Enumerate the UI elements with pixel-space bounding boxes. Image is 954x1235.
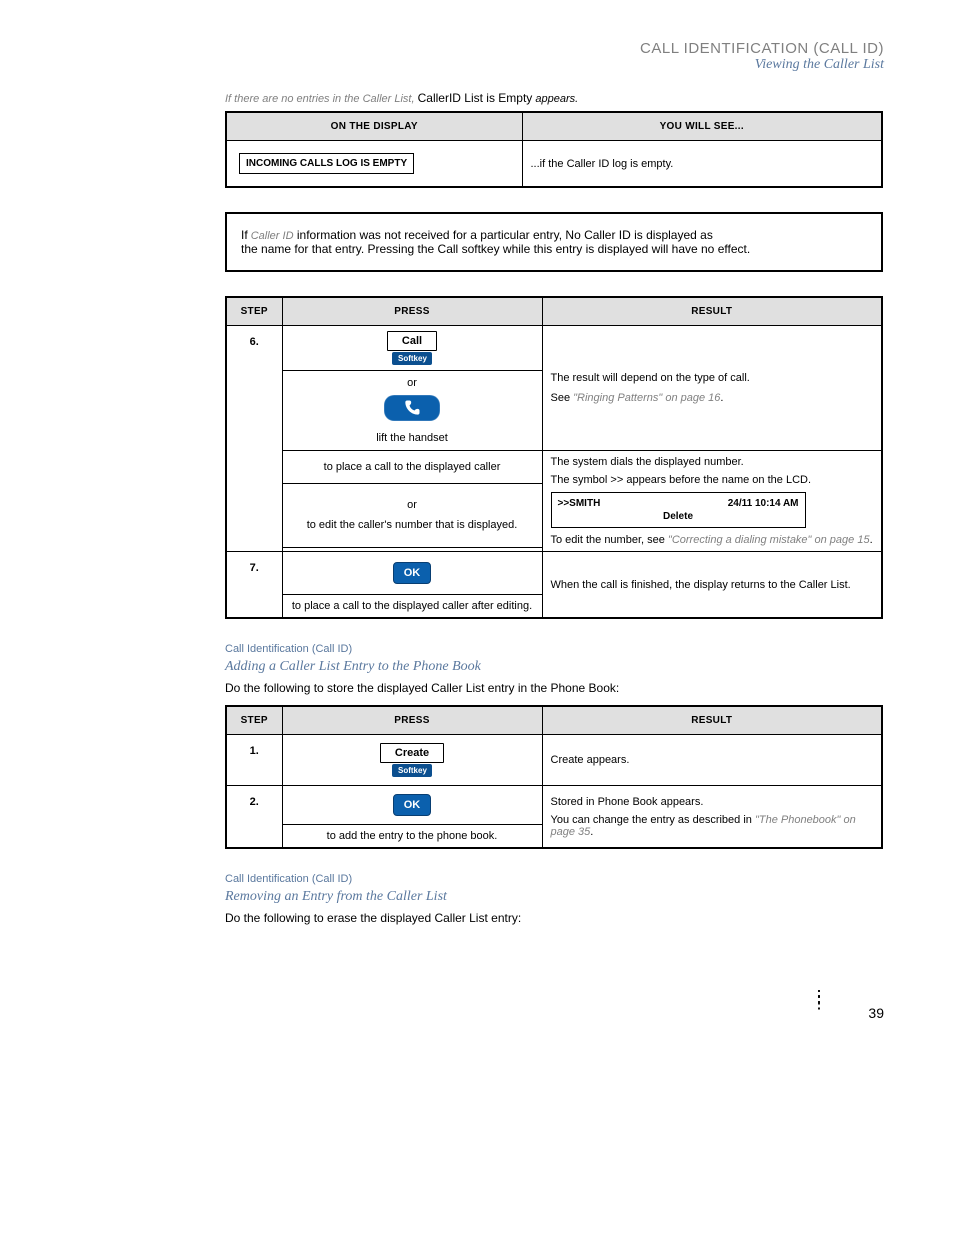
step-1: 1. xyxy=(226,735,282,786)
page-title: CALL IDENTIFICATION (CALL ID) xyxy=(70,40,884,57)
breadcrumb-3: Call Identification (Call ID) xyxy=(225,873,884,885)
ok-button[interactable]: OK xyxy=(393,562,432,584)
col-header-display: ON THE DISPLAY xyxy=(226,112,522,141)
lcd-empty-log: INCOMING CALLS LOG IS EMPTY xyxy=(239,153,414,174)
intro-add-phonebook: Do the following to store the displayed … xyxy=(225,681,884,695)
col-result-2: Result xyxy=(542,706,882,735)
empty-list-note: If there are no entries in the Caller Li… xyxy=(225,91,884,105)
page-subtitle: Viewing the Caller List xyxy=(70,57,884,73)
step-7: 7. xyxy=(226,552,282,619)
res-after-edit: When the call is finished, the display r… xyxy=(542,552,882,619)
edit-number-text: to edit the caller's number that is disp… xyxy=(289,519,536,531)
call-softkey[interactable]: Call Softkey xyxy=(387,331,437,365)
add-entry-text: to add the entry to the phone book. xyxy=(282,825,542,849)
step-2: 2. xyxy=(226,786,282,849)
ok-button-2[interactable]: OK xyxy=(393,794,432,816)
create-softkey[interactable]: Create Softkey xyxy=(380,743,444,777)
heading-remove-entry: Removing an Entry from the Caller List xyxy=(225,889,884,905)
lcd-display: >>SMITH24/11 10:14 AM Delete xyxy=(551,492,806,528)
call-after-edit-text: to place a call to the displayed caller … xyxy=(282,595,542,619)
page-footer: ⋮⋮ 39 xyxy=(70,995,884,1065)
link-correct-dialing[interactable]: "Correcting a dialing mistake" on page 1… xyxy=(665,534,870,546)
step-6: 6. xyxy=(226,326,282,552)
steps-table-create: Step Press Result 1. Create Softkey Crea… xyxy=(225,705,883,849)
col-step-2: Step xyxy=(226,706,282,735)
dials-number-text: The system dials the displayed number. xyxy=(551,456,874,468)
offhook-button[interactable] xyxy=(384,395,440,421)
steps-table-call: Step Press Result 6. Call Softkey The re… xyxy=(225,296,883,619)
col-header-see: YOU WILL SEE... xyxy=(522,112,882,141)
phone-icon xyxy=(401,398,423,418)
empty-log-result: ...if the Caller ID log is empty. xyxy=(522,141,882,188)
col-press-2: Press xyxy=(282,706,542,735)
lift-handset-text: lift the handset xyxy=(289,432,536,444)
col-step: Step xyxy=(226,297,282,326)
footer-dots-icon: ⋮⋮ xyxy=(810,995,828,1005)
empty-log-table: ON THE DISPLAY YOU WILL SEE... INCOMING … xyxy=(225,111,883,188)
col-press: Press xyxy=(282,297,542,326)
res-call-type: The result will depend on the type of ca… xyxy=(551,372,874,384)
info-box: If Caller ID information was not receive… xyxy=(225,212,883,272)
or-text-2: or xyxy=(289,499,536,511)
or-text: or xyxy=(289,377,536,389)
link-ringing-patterns[interactable]: "Ringing Patterns" on page 16 xyxy=(573,392,720,404)
page-number: 39 xyxy=(868,1005,884,1021)
breadcrumb-2: Call Identification (Call ID) xyxy=(225,643,884,655)
call-note: to place a call to the displayed caller xyxy=(282,451,542,484)
intro-remove-entry: Do the following to erase the displayed … xyxy=(225,911,884,925)
col-result: Result xyxy=(542,297,882,326)
heading-add-phonebook: Adding a Caller List Entry to the Phone … xyxy=(225,659,884,675)
